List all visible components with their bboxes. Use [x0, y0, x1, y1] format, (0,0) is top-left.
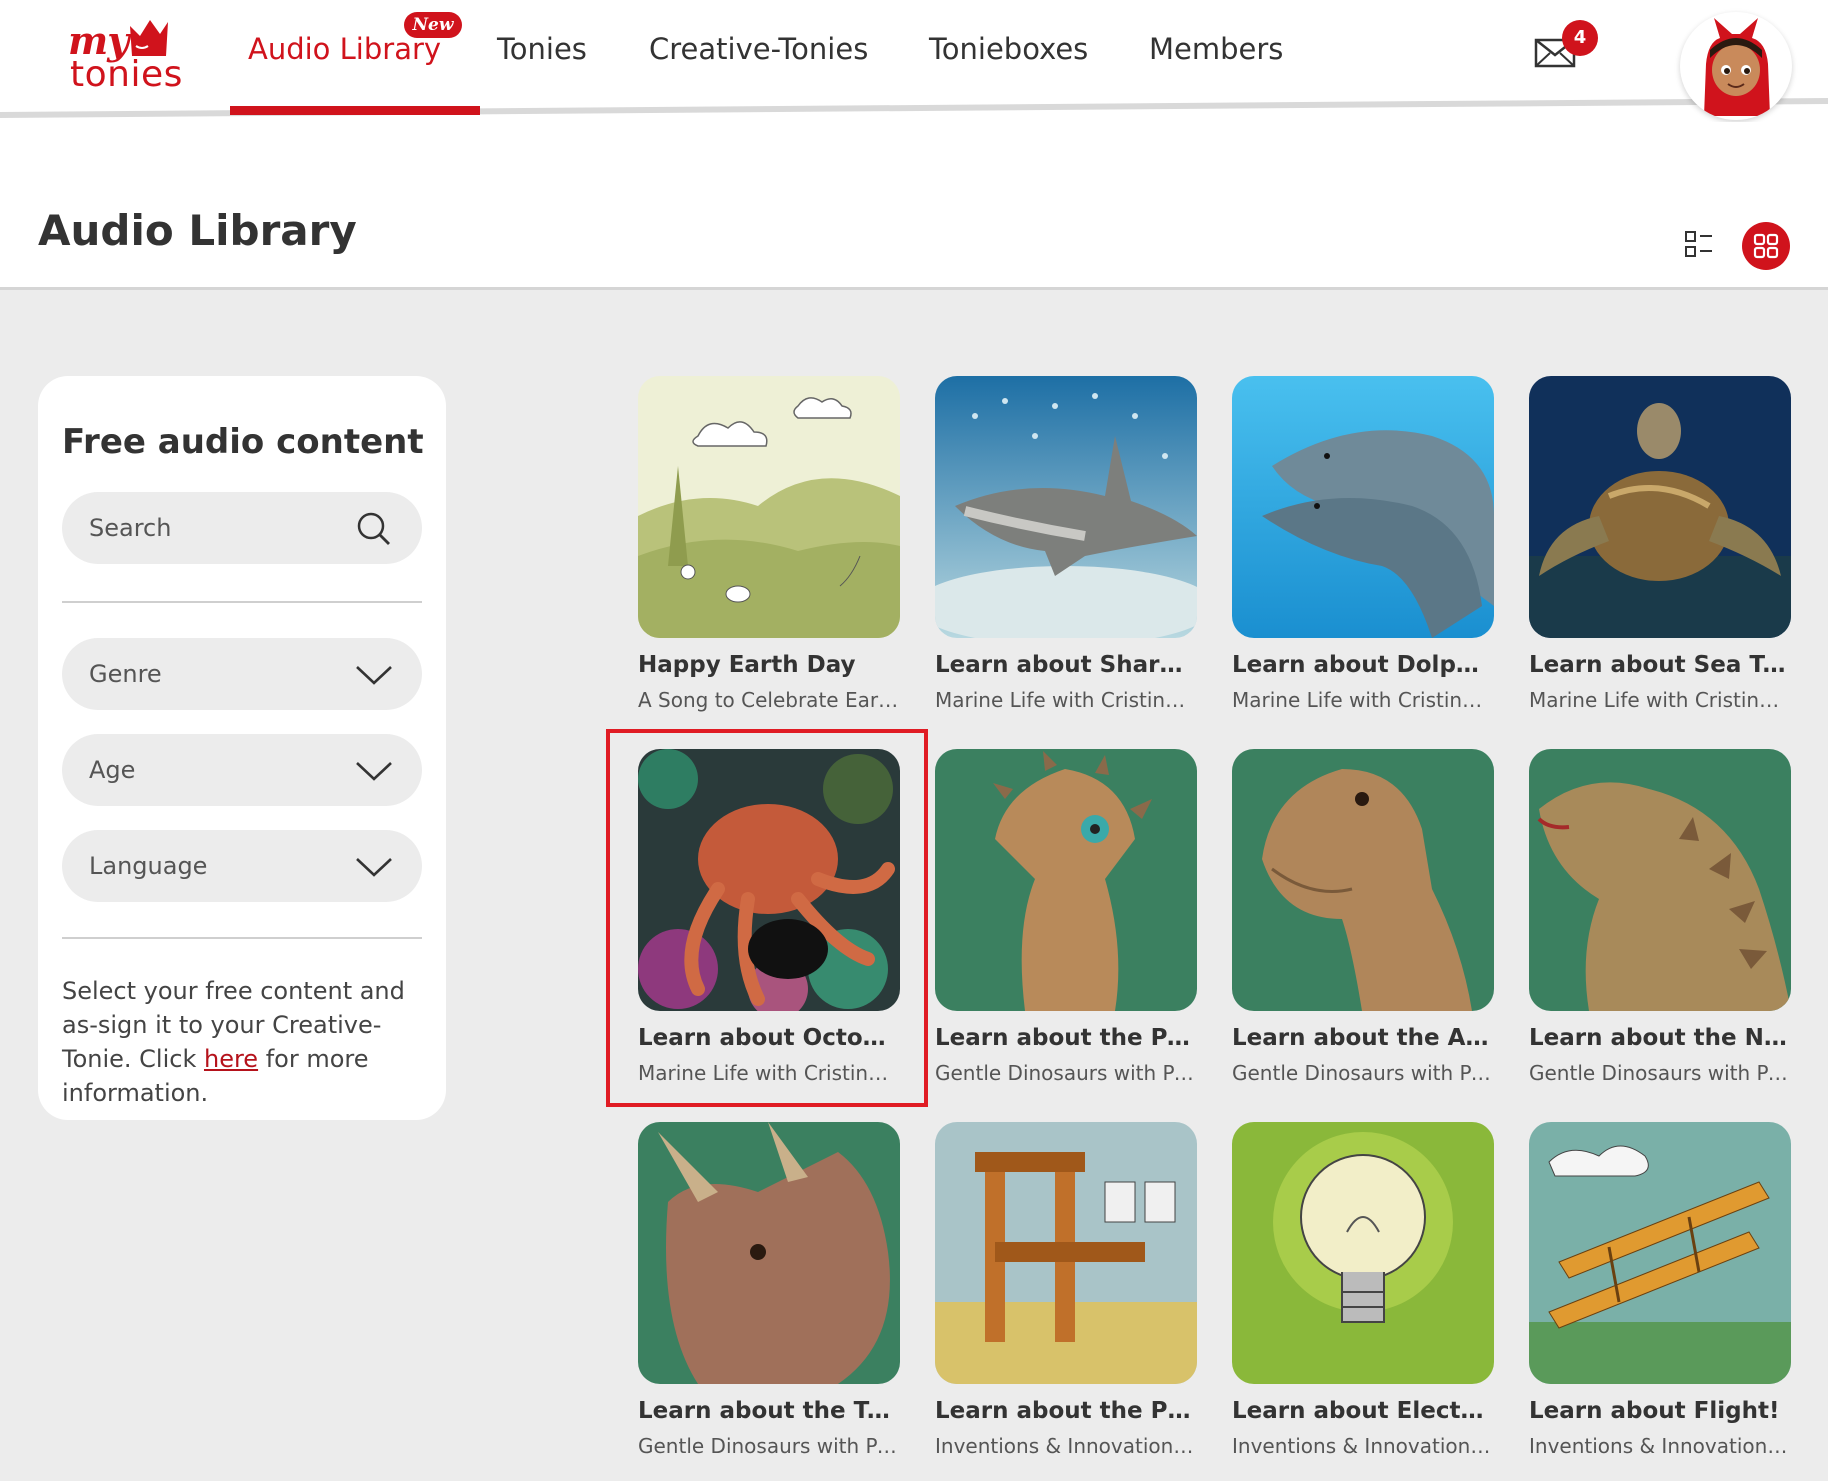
- card-subtitle: Inventions & Innovation with Paul: [1232, 1434, 1494, 1458]
- grid-view-icon[interactable]: [1742, 222, 1790, 270]
- content-card[interactable]: Learn about the Argentinosaurus! Gentle …: [1232, 749, 1494, 1099]
- card-title: Learn about the Pachycephalosaurus!: [935, 1025, 1197, 1051]
- content-card[interactable]: Learn about Octopus! Marine Life with Cr…: [638, 749, 900, 1099]
- search-placeholder: Search: [89, 514, 172, 542]
- card-subtitle: Gentle Dinosaurs with Paul: [638, 1434, 900, 1458]
- biplane-illustration: [1529, 1122, 1791, 1384]
- mytonies-logo[interactable]: my tonies: [64, 14, 194, 95]
- shark-underwater-photo: [935, 376, 1197, 638]
- language-dropdown[interactable]: Language: [62, 830, 422, 902]
- printing-press-illustration: [935, 1122, 1197, 1384]
- content-card[interactable]: Learn about the Nodosaurus! Gentle Dinos…: [1529, 749, 1791, 1099]
- card-subtitle: Gentle Dinosaurs with Paul: [1232, 1061, 1494, 1085]
- card-subtitle: Marine Life with Cristina Zenato: [1529, 688, 1791, 712]
- card-subtitle: Marine Life with Cristina Zenato: [1232, 688, 1494, 712]
- content-card[interactable]: Learn about Sea Turtles! Marine Life wit…: [1529, 376, 1791, 726]
- card-subtitle: Inventions & Innovation with Paul: [935, 1434, 1197, 1458]
- content-card[interactable]: Learn about Electricity! Inventions & In…: [1232, 1122, 1494, 1472]
- content-card[interactable]: Learn about the Printing Press! Inventio…: [935, 1122, 1197, 1472]
- genre-label: Genre: [89, 660, 162, 688]
- logo-tonies-text: tonies: [70, 54, 183, 95]
- card-subtitle: Gentle Dinosaurs with Paul: [935, 1061, 1197, 1085]
- card-subtitle: Marine Life with Cristina Zenato: [638, 1061, 900, 1085]
- card-title: Learn about Flight!: [1529, 1398, 1780, 1424]
- earth-day-meadow-illustration: [638, 376, 900, 638]
- card-title: Learn about the Argentinosaurus!: [1232, 1025, 1494, 1051]
- light-bulb-illustration: [1232, 1122, 1494, 1384]
- card-subtitle: Inventions & Innovation with Paul: [1529, 1434, 1791, 1458]
- top-navigation-bar: my tonies Audio Library New Tonies Creat…: [0, 0, 1828, 122]
- nav-tonieboxes[interactable]: Tonieboxes: [929, 32, 1088, 66]
- pachycephalosaurus-illustration: [935, 749, 1197, 1011]
- sidebar-divider: [62, 937, 422, 939]
- search-input[interactable]: Search: [62, 492, 422, 564]
- nav-creative-tonies[interactable]: Creative-Tonies: [649, 32, 868, 66]
- active-tab-indicator: [230, 106, 480, 115]
- age-label: Age: [89, 756, 136, 784]
- chevron-down-icon: [356, 666, 392, 685]
- content-card[interactable]: Learn about Dolphins! Marine Life with C…: [1232, 376, 1494, 726]
- card-subtitle: A Song to Celebrate Earth Day: [638, 688, 900, 712]
- dolphins-photo: [1232, 376, 1494, 638]
- card-title: Learn about the Nodosaurus!: [1529, 1025, 1791, 1051]
- card-title: Learn about Sea Turtles!: [1529, 652, 1791, 678]
- chevron-down-icon: [356, 858, 392, 877]
- list-view-icon[interactable]: [1680, 224, 1720, 264]
- card-subtitle: Gentle Dinosaurs with Paul: [1529, 1061, 1791, 1085]
- content-card[interactable]: Learn about Flight! Inventions & Innovat…: [1529, 1122, 1791, 1472]
- chevron-down-icon: [356, 762, 392, 781]
- page-title: Audio Library: [38, 206, 357, 255]
- more-info-link[interactable]: here: [204, 1045, 258, 1073]
- sidebar-info-text: Select your free content and as-sign it …: [62, 974, 432, 1110]
- nav-members[interactable]: Members: [1149, 32, 1283, 66]
- search-icon[interactable]: [354, 510, 394, 546]
- card-title: Learn about the Printing Press!: [935, 1398, 1197, 1424]
- mail-count-badge: 4: [1562, 20, 1598, 56]
- content-card[interactable]: Learn about the Triceratops! Gentle Dino…: [638, 1122, 900, 1472]
- age-dropdown[interactable]: Age: [62, 734, 422, 806]
- card-title: Learn about Dolphins!: [1232, 652, 1494, 678]
- triceratops-illustration: [638, 1122, 900, 1384]
- card-title: Learn about Sharks!: [935, 652, 1197, 678]
- card-title: Happy Earth Day: [638, 652, 856, 678]
- card-title: Learn about Octopus!: [638, 1025, 900, 1051]
- page-header: Audio Library: [0, 122, 1828, 290]
- content-card[interactable]: Learn about the Pachycephalosaurus! Gent…: [935, 749, 1197, 1099]
- octopus-photo: [638, 749, 900, 1011]
- card-title: Learn about the Triceratops!: [638, 1398, 900, 1424]
- content-card[interactable]: Happy Earth Day A Song to Celebrate Eart…: [638, 376, 900, 726]
- sea-turtle-photo: [1529, 376, 1791, 638]
- nodosaurus-illustration: [1529, 749, 1791, 1011]
- nav-tonies[interactable]: Tonies: [497, 32, 587, 66]
- sidebar-divider: [62, 601, 422, 603]
- new-badge: New: [404, 12, 462, 38]
- sidebar-title: Free audio content: [62, 422, 424, 462]
- card-subtitle: Marine Life with Cristina Zenato: [935, 688, 1197, 712]
- genre-dropdown[interactable]: Genre: [62, 638, 422, 710]
- content-card[interactable]: Learn about Sharks! Marine Life with Cri…: [935, 376, 1197, 726]
- language-label: Language: [89, 852, 208, 880]
- red-cat-avatar-icon[interactable]: [1680, 12, 1792, 120]
- filter-sidebar: Free audio content Search Genre Age Lang…: [38, 376, 446, 1120]
- argentinosaurus-illustration: [1232, 749, 1494, 1011]
- card-title: Learn about Electricity!: [1232, 1398, 1494, 1424]
